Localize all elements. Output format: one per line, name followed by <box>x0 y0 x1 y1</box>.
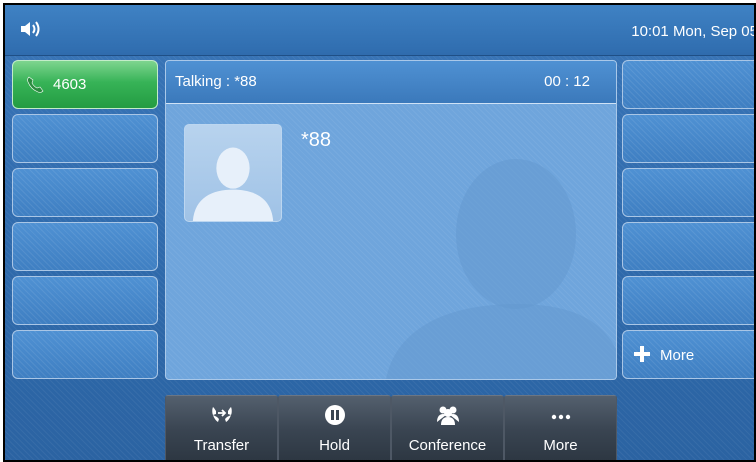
right-key-4[interactable] <box>622 222 754 271</box>
right-key-3[interactable] <box>622 168 754 217</box>
conference-icon <box>436 406 459 425</box>
more-lines-label: More <box>660 347 695 364</box>
ellipsis-icon <box>551 414 570 420</box>
more-label: More <box>543 437 578 454</box>
transfer-button[interactable]: Transfer <box>165 395 278 460</box>
status-bar: 10:01 Mon, Sep 05 <box>5 5 754 56</box>
contact-avatar <box>184 124 282 222</box>
line-key-3[interactable] <box>12 168 158 217</box>
more-button[interactable]: More <box>504 395 617 460</box>
right-key-1[interactable] <box>622 60 754 109</box>
caller-number: *88 <box>301 129 332 151</box>
line-key-1[interactable]: 4603 <box>12 60 158 109</box>
transfer-label: Transfer <box>193 437 250 454</box>
hold-button[interactable]: Hold <box>278 395 391 460</box>
speaker-volume-icon <box>21 21 40 37</box>
hold-label: Hold <box>319 437 350 454</box>
line-key-6[interactable] <box>12 330 158 379</box>
pause-icon <box>324 405 345 425</box>
call-status: Talking : *88 <box>175 73 257 90</box>
person-silhouette-icon <box>192 147 274 221</box>
right-key-2[interactable] <box>622 114 754 163</box>
right-key-5[interactable] <box>622 276 754 325</box>
call-header: Talking : *88 00 : 12 <box>166 61 616 104</box>
line-key-5[interactable] <box>12 276 158 325</box>
transfer-icon <box>211 407 232 422</box>
conference-button[interactable]: Conference <box>391 395 504 460</box>
silhouette-watermark-icon <box>386 159 616 379</box>
line-key-4[interactable] <box>12 222 158 271</box>
line-key-2[interactable] <box>12 114 158 163</box>
more-lines-key[interactable]: More <box>622 330 754 379</box>
conference-label: Conference <box>408 437 487 454</box>
active-call-panel: Talking : *88 00 : 12 *88 <box>165 60 617 380</box>
plus-icon <box>634 346 650 362</box>
phone-screen: 10:01 Mon, Sep 05 4603 More Talking : *8… <box>3 3 756 462</box>
line-key-label: 4603 <box>53 76 87 93</box>
softkey-bar: Transfer Hold Conference More <box>165 395 617 460</box>
call-timer: 00 : 12 <box>544 73 590 90</box>
clock: 10:01 Mon, Sep 05 <box>631 23 756 40</box>
phone-handset-icon <box>27 76 44 93</box>
